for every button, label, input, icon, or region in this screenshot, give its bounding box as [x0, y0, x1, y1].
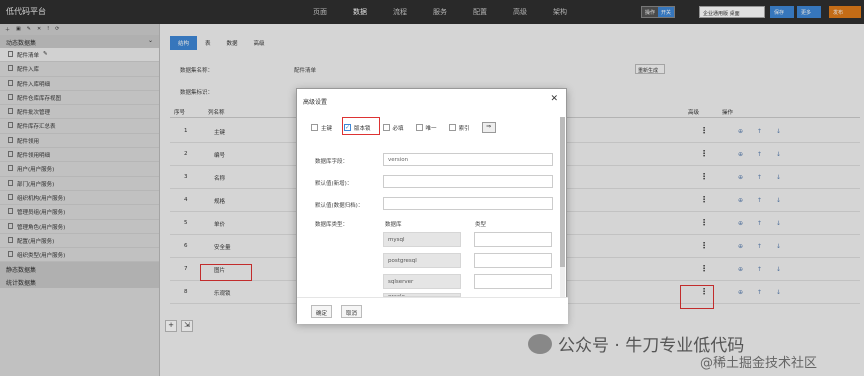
wechat-icon — [528, 333, 552, 354]
db-type-input[interactable] — [474, 232, 552, 247]
default-add-label: 默认值(新增)： — [315, 181, 353, 187]
cancel-button[interactable]: 取消 — [341, 305, 363, 318]
db-type-label: 数据库类型： — [315, 222, 349, 228]
checkbox-unique[interactable]: 唯一 — [415, 124, 437, 132]
close-icon[interactable]: ✕ — [550, 94, 558, 104]
default-add-input[interactable] — [383, 175, 553, 188]
checkbox-box[interactable] — [311, 124, 318, 131]
db-field-label: 数据库字段： — [315, 159, 349, 165]
arrow-right-icon[interactable]: ⇒ — [481, 122, 496, 133]
checkbox-box[interactable] — [382, 124, 390, 131]
dialog-scrollbar[interactable] — [560, 117, 565, 297]
default-edit-input[interactable] — [383, 197, 553, 210]
db-type-input[interactable] — [474, 253, 552, 268]
checkbox-box[interactable] — [415, 124, 423, 131]
col-type-header: 类型 — [475, 222, 487, 228]
db-field-input[interactable]: version — [383, 153, 553, 166]
checkbox-box[interactable] — [448, 124, 456, 131]
checkbox-required[interactable]: 必填 — [382, 124, 404, 132]
highlight-version-lock — [342, 117, 380, 135]
col-db-header: 数据库 — [385, 222, 402, 228]
scroll-thumb[interactable] — [560, 117, 565, 267]
db-name-cell: sqlserver — [383, 274, 461, 289]
dialog-title: 高级设置 — [303, 99, 328, 106]
db-name-cell: postgresql — [383, 253, 461, 268]
ok-button[interactable]: 确定 — [311, 305, 333, 318]
checkbox-index[interactable]: 索引 — [448, 124, 470, 132]
dialog-footer: 确定 取消 — [297, 297, 568, 324]
default-edit-label: 默认值(数据归档)： — [315, 203, 364, 209]
checkbox-primary-key[interactable]: 主键 — [311, 124, 332, 132]
flag-checkboxes: 主键 ✓ 版本锁 必填 唯一 索引 ⇒ — [311, 122, 496, 133]
watermark-sub: @稀土掘金技术社区 — [700, 356, 818, 371]
db-type-input[interactable] — [474, 274, 552, 289]
db-name-cell: mysql — [383, 232, 461, 247]
advanced-settings-dialog: 高级设置 ✕ 主键 ✓ 版本锁 必填 唯一 索引 ⇒ 数据库字段： version… — [296, 88, 568, 324]
